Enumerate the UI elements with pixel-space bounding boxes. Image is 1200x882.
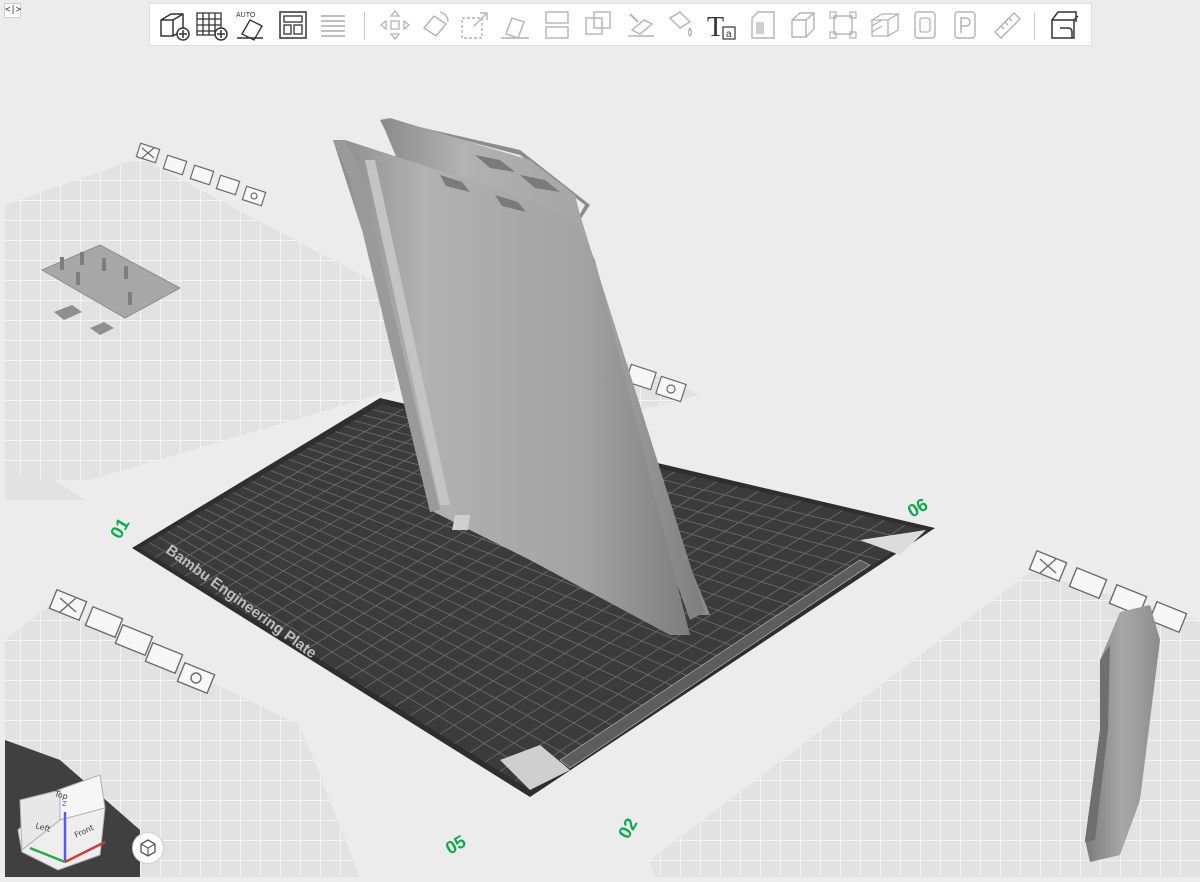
measure-button[interactable]	[990, 8, 1024, 42]
plate-index-02: 02	[614, 815, 641, 842]
nav-cube-z: Z	[62, 800, 67, 808]
fit-button[interactable]	[826, 8, 860, 42]
add-plate-button[interactable]	[194, 8, 228, 42]
move-icon	[379, 9, 411, 41]
view-fit-button[interactable]	[132, 832, 164, 864]
variable-layer-button[interactable]	[868, 8, 902, 42]
text-button[interactable]: Ta	[704, 8, 738, 42]
plate-index-01: 01	[106, 515, 133, 542]
boolean-button[interactable]	[582, 8, 616, 42]
scale-button[interactable]	[458, 8, 492, 42]
split-to-parts-icon	[321, 15, 345, 37]
auto-orient-icon: AUTO	[236, 12, 263, 41]
mesh-icon	[791, 12, 815, 38]
boolean-icon	[585, 11, 611, 35]
cut-icon	[545, 11, 569, 39]
measure-icon	[994, 12, 1021, 39]
lay-on-face-icon	[501, 17, 529, 39]
fit-icon	[829, 11, 857, 39]
fit-view-icon	[140, 839, 156, 857]
color-paint-button[interactable]	[664, 8, 698, 42]
main-toolbar: AUTO Ta	[149, 3, 1092, 46]
p-icon	[954, 11, 976, 39]
text-icon: Ta	[707, 12, 736, 42]
cut-button[interactable]	[540, 8, 574, 42]
support-paint-icon	[628, 13, 654, 37]
scale-icon	[461, 12, 488, 39]
assembly-view-button[interactable]	[1048, 8, 1082, 42]
mesh-button[interactable]	[786, 8, 820, 42]
rotate-icon	[422, 11, 449, 37]
emboss-button[interactable]	[746, 8, 780, 42]
plate-index-05: 05	[442, 831, 469, 858]
auto-label: AUTO	[236, 12, 256, 19]
add-object-icon	[160, 13, 190, 41]
seam-icon	[914, 11, 936, 39]
split-to-parts-button[interactable]	[316, 8, 350, 42]
variable-layer-icon	[869, 13, 901, 37]
lay-on-face-button[interactable]	[498, 8, 532, 42]
auto-orient-button[interactable]: AUTO	[234, 8, 268, 42]
move-button[interactable]	[378, 8, 412, 42]
text-sub-glyph: a	[726, 29, 732, 40]
support-paint-button[interactable]	[624, 8, 658, 42]
rotate-button[interactable]	[418, 8, 452, 42]
color-paint-icon	[668, 11, 693, 37]
emboss-icon	[751, 11, 775, 39]
arrange-icon	[279, 11, 307, 39]
add-plate-icon	[196, 12, 228, 41]
seam-button[interactable]	[908, 8, 942, 42]
3d-viewport[interactable]: Bambu Engineering Plate 01 02 05 06 Top …	[0, 0, 1200, 877]
assembly-view-icon	[1051, 11, 1079, 39]
p-button[interactable]	[948, 8, 982, 42]
plate-index-06: 06	[904, 494, 931, 521]
text-glyph: T	[707, 12, 724, 42]
arrange-button[interactable]	[276, 8, 310, 42]
collapse-sidebar-toggle[interactable]: <|>	[4, 3, 21, 18]
add-object-button[interactable]	[156, 8, 190, 42]
